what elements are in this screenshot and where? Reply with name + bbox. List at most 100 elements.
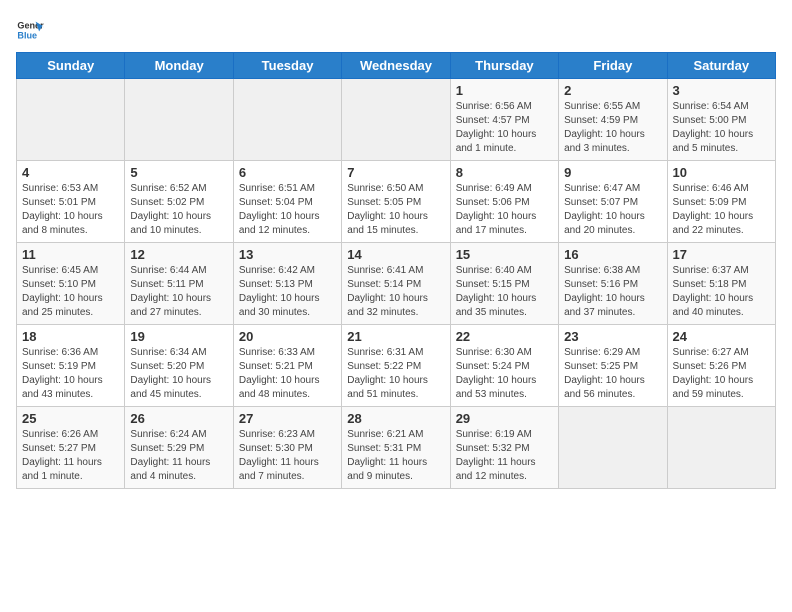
calendar-cell [559,407,667,489]
calendar-cell: 12 Sunrise: 6:44 AMSunset: 5:11 PMDayligh… [125,243,233,325]
calendar-cell: 28 Sunrise: 6:21 AMSunset: 5:31 PMDayligh… [342,407,450,489]
calendar-cell [17,79,125,161]
day-number: 29 [456,411,553,426]
day-number: 11 [22,247,119,262]
calendar-cell: 24 Sunrise: 6:27 AMSunset: 5:26 PMDayligh… [667,325,775,407]
logo-icon: General Blue [16,16,44,44]
day-number: 12 [130,247,227,262]
day-number: 17 [673,247,770,262]
calendar-cell: 1 Sunrise: 6:56 AMSunset: 4:57 PMDaylight… [450,79,558,161]
day-number: 28 [347,411,444,426]
calendar-cell: 25 Sunrise: 6:26 AMSunset: 5:27 PMDayligh… [17,407,125,489]
calendar-cell: 5Sunrise: 6:52 AMSunset: 5:02 PMDaylight… [125,161,233,243]
day-detail: Sunrise: 6:49 AMSunset: 5:06 PMDaylight:… [456,182,553,238]
calendar-cell: 19Sunrise: 6:34 AMSunset: 5:20 PMDayligh… [125,325,233,407]
calendar-week-row: 11 Sunrise: 6:45 AMSunset: 5:10 PMDayligh… [17,243,776,325]
day-number: 7 [347,165,444,180]
day-detail: Sunrise: 6:31 AMSunset: 5:22 PMDaylight:… [347,346,444,402]
svg-text:Blue: Blue [17,30,37,40]
day-detail: Sunrise: 6:54 AMSunset: 5:00 PMDaylight:… [673,100,770,156]
day-detail: Sunrise: 6:51 AMSunset: 5:04 PMDaylight:… [239,182,336,238]
day-detail: Sunrise: 6:45 AMSunset: 5:10 PMDaylight:… [22,264,119,320]
calendar-cell: 29 Sunrise: 6:19 AMSunset: 5:32 PMDayligh… [450,407,558,489]
day-detail: Sunrise: 6:21 AMSunset: 5:31 PMDaylight:… [347,428,444,484]
calendar-week-row: 25 Sunrise: 6:26 AMSunset: 5:27 PMDayligh… [17,407,776,489]
day-number: 20 [239,329,336,344]
weekday-header-sunday: Sunday [17,53,125,79]
calendar-cell: 13 Sunrise: 6:42 AMSunset: 5:13 PMDayligh… [233,243,341,325]
day-number: 6 [239,165,336,180]
calendar-week-row: 18 Sunrise: 6:36 AMSunset: 5:19 PMDayligh… [17,325,776,407]
calendar-cell [233,79,341,161]
calendar-cell: 4 Sunrise: 6:53 AMSunset: 5:01 PMDaylight… [17,161,125,243]
calendar-cell: 6 Sunrise: 6:51 AMSunset: 5:04 PMDaylight… [233,161,341,243]
day-number: 2 [564,83,661,98]
calendar-cell: 18 Sunrise: 6:36 AMSunset: 5:19 PMDayligh… [17,325,125,407]
day-detail: Sunrise: 6:46 AMSunset: 5:09 PMDaylight:… [673,182,770,238]
day-number: 23 [564,329,661,344]
calendar-cell: 22 Sunrise: 6:30 AMSunset: 5:24 PMDayligh… [450,325,558,407]
calendar-cell: 2Sunrise: 6:55 AMSunset: 4:59 PMDaylight… [559,79,667,161]
day-number: 21 [347,329,444,344]
logo: General Blue [16,16,48,44]
calendar-cell: 23 Sunrise: 6:29 AMSunset: 5:25 PMDayligh… [559,325,667,407]
calendar-cell: 20 Sunrise: 6:33 AMSunset: 5:21 PMDayligh… [233,325,341,407]
day-detail: Sunrise: 6:27 AMSunset: 5:26 PMDaylight:… [673,346,770,402]
day-detail: Sunrise: 6:19 AMSunset: 5:32 PMDaylight:… [456,428,553,484]
calendar-cell: 3Sunrise: 6:54 AMSunset: 5:00 PMDaylight… [667,79,775,161]
day-detail: Sunrise: 6:30 AMSunset: 5:24 PMDaylight:… [456,346,553,402]
day-number: 27 [239,411,336,426]
calendar-cell: 21 Sunrise: 6:31 AMSunset: 5:22 PMDayligh… [342,325,450,407]
day-detail: Sunrise: 6:29 AMSunset: 5:25 PMDaylight:… [564,346,661,402]
day-number: 1 [456,83,553,98]
day-number: 8 [456,165,553,180]
calendar-cell [667,407,775,489]
calendar-cell: 10 Sunrise: 6:46 AMSunset: 5:09 PMDayligh… [667,161,775,243]
calendar-cell: 14Sunrise: 6:41 AMSunset: 5:14 PMDayligh… [342,243,450,325]
day-number: 24 [673,329,770,344]
weekday-header-tuesday: Tuesday [233,53,341,79]
day-detail: Sunrise: 6:38 AMSunset: 5:16 PMDaylight:… [564,264,661,320]
day-number: 26 [130,411,227,426]
calendar-table: SundayMondayTuesdayWednesdayThursdayFrid… [16,52,776,489]
weekday-header-friday: Friday [559,53,667,79]
day-number: 14 [347,247,444,262]
day-number: 13 [239,247,336,262]
calendar-cell: 9 Sunrise: 6:47 AMSunset: 5:07 PMDaylight… [559,161,667,243]
calendar-cell [342,79,450,161]
calendar-cell: 7Sunrise: 6:50 AMSunset: 5:05 PMDaylight… [342,161,450,243]
calendar-cell: 8 Sunrise: 6:49 AMSunset: 5:06 PMDaylight… [450,161,558,243]
day-number: 4 [22,165,119,180]
calendar-cell: 16 Sunrise: 6:38 AMSunset: 5:16 PMDayligh… [559,243,667,325]
weekday-header-monday: Monday [125,53,233,79]
weekday-header-saturday: Saturday [667,53,775,79]
day-detail: Sunrise: 6:44 AMSunset: 5:11 PMDaylight:… [130,264,227,320]
day-detail: Sunrise: 6:42 AMSunset: 5:13 PMDaylight:… [239,264,336,320]
day-detail: Sunrise: 6:56 AMSunset: 4:57 PMDaylight:… [456,100,553,156]
day-number: 25 [22,411,119,426]
calendar-cell: 26 Sunrise: 6:24 AMSunset: 5:29 PMDayligh… [125,407,233,489]
day-number: 9 [564,165,661,180]
day-number: 22 [456,329,553,344]
day-detail: Sunrise: 6:34 AMSunset: 5:20 PMDaylight:… [130,346,227,402]
calendar-week-row: 1 Sunrise: 6:56 AMSunset: 4:57 PMDaylight… [17,79,776,161]
calendar-cell: 15 Sunrise: 6:40 AMSunset: 5:15 PMDayligh… [450,243,558,325]
page-header: General Blue [16,16,776,44]
day-detail: Sunrise: 6:26 AMSunset: 5:27 PMDaylight:… [22,428,119,484]
day-number: 5 [130,165,227,180]
calendar-cell: 17Sunrise: 6:37 AMSunset: 5:18 PMDayligh… [667,243,775,325]
day-detail: Sunrise: 6:33 AMSunset: 5:21 PMDaylight:… [239,346,336,402]
day-detail: Sunrise: 6:53 AMSunset: 5:01 PMDaylight:… [22,182,119,238]
day-number: 15 [456,247,553,262]
day-number: 18 [22,329,119,344]
calendar-week-row: 4 Sunrise: 6:53 AMSunset: 5:01 PMDaylight… [17,161,776,243]
day-number: 10 [673,165,770,180]
day-detail: Sunrise: 6:40 AMSunset: 5:15 PMDaylight:… [456,264,553,320]
day-detail: Sunrise: 6:47 AMSunset: 5:07 PMDaylight:… [564,182,661,238]
calendar-cell: 27Sunrise: 6:23 AMSunset: 5:30 PMDayligh… [233,407,341,489]
day-number: 16 [564,247,661,262]
day-detail: Sunrise: 6:36 AMSunset: 5:19 PMDaylight:… [22,346,119,402]
weekday-header-wednesday: Wednesday [342,53,450,79]
weekday-header-thursday: Thursday [450,53,558,79]
day-detail: Sunrise: 6:24 AMSunset: 5:29 PMDaylight:… [130,428,227,484]
